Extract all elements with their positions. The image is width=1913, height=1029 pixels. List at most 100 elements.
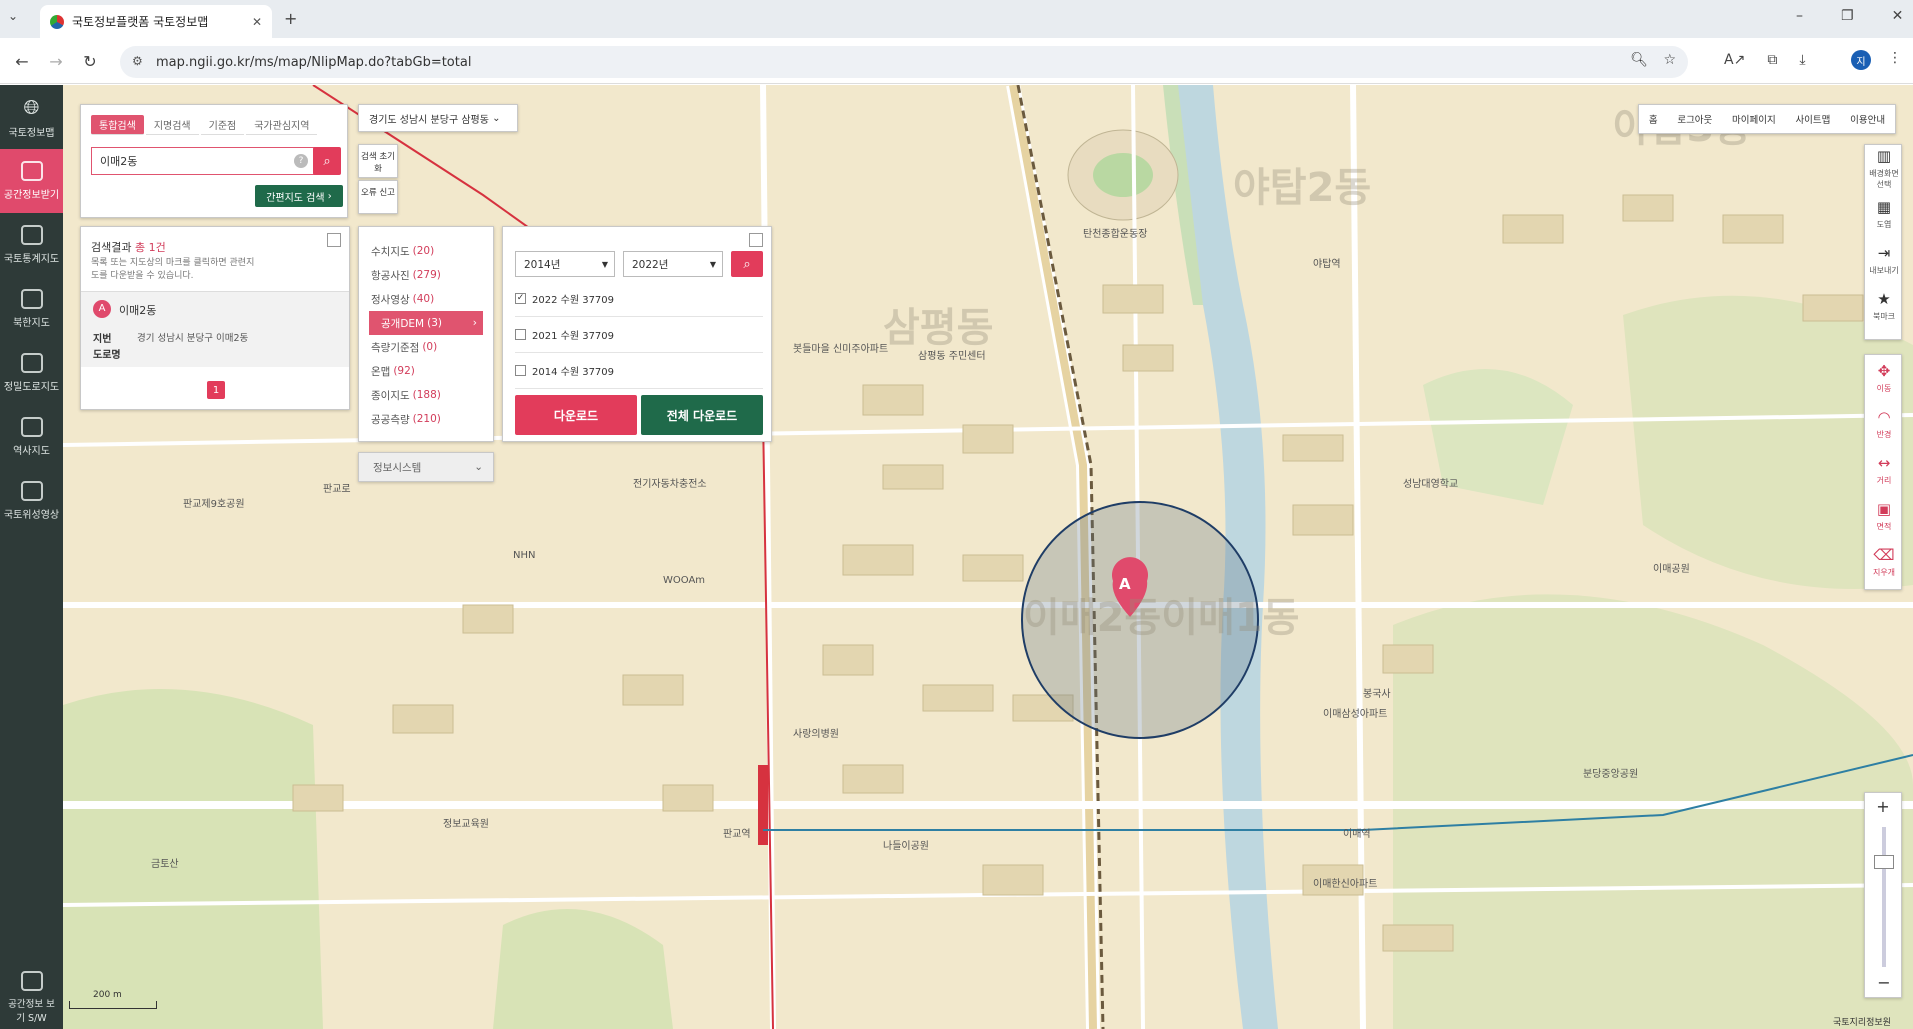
sidebar-item-map[interactable]: 🌐︎ 국토정보맵 <box>0 85 63 149</box>
to-year-select[interactable]: 2022년 ▼ <box>623 251 723 277</box>
simple-map-search-button[interactable]: 간편지도 검색 › <box>255 185 343 207</box>
download-map-icon <box>20 161 43 181</box>
reload-icon[interactable]: ↻ <box>76 47 104 75</box>
top-nav-link[interactable]: 사이트맵 <box>1795 112 1830 126</box>
search-reset-button[interactable]: 검색 초기화 <box>358 144 398 178</box>
downloads-icon[interactable]: ⤓ <box>1799 52 1805 68</box>
sidebar-item-road[interactable]: 정밀도로지도 <box>0 341 63 405</box>
location-dropdown[interactable]: 경기도 성남시 분당구 삼평동 ⌄ <box>358 104 518 132</box>
dem-item[interactable]: 2014 수원 37709 <box>515 353 763 389</box>
tool-label: 거리 <box>1876 476 1892 485</box>
bookmark-star-icon[interactable]: ☆ <box>1663 52 1676 68</box>
tool-move-button[interactable]: ✥ 이동 <box>1865 355 1903 401</box>
help-icon[interactable]: ? <box>294 154 308 168</box>
tool-label: 배경화면 선택 <box>1869 168 1899 189</box>
info-system-dropdown[interactable]: 정보시스템 ⌄ <box>358 452 494 482</box>
download-button[interactable]: 다운로드 <box>515 395 637 435</box>
dem-search-button[interactable]: ⌕ <box>731 251 763 277</box>
tool-ruler-button[interactable]: ↔ 거리 <box>1865 447 1903 493</box>
tool-radius-button[interactable]: ◠ 반경 <box>1865 401 1903 447</box>
category-item[interactable]: 종이지도 (188) <box>359 383 493 407</box>
checkbox[interactable] <box>515 365 526 376</box>
chevron-right-icon: › <box>327 190 332 202</box>
browser-tab[interactable]: 국토정보플랫폼 국토정보맵 ✕ <box>40 5 272 38</box>
collapse-icon[interactable] <box>327 233 341 247</box>
tab-place-search[interactable]: 지명검색 <box>145 115 199 135</box>
dem-item[interactable]: 2021 수원 37709 <box>515 317 763 353</box>
sidebar-item-stats[interactable]: 국토통계지도 <box>0 213 63 277</box>
sidebar-item-history[interactable]: 역사지도 <box>0 405 63 469</box>
zoom-slider-handle[interactable] <box>1874 855 1894 869</box>
tab-integrated-search[interactable]: 통합검색 <box>91 115 144 135</box>
sidebar-item-sw[interactable]: 공간정보 보기 S/W <box>0 965 63 1029</box>
top-nav-link[interactable]: 마이페이지 <box>1732 112 1776 126</box>
checkbox[interactable] <box>515 329 526 340</box>
read-aloud-icon[interactable]: A↗ <box>1724 52 1745 68</box>
url-field[interactable]: ⚙ map.ngii.go.kr/ms/map/NlipMap.do?tabGb… <box>120 46 1688 78</box>
tool-label: 이동 <box>1876 384 1892 393</box>
top-nav-link[interactable]: 홈 <box>1649 112 1658 126</box>
place-label: 판교로 <box>323 484 351 495</box>
download-all-button[interactable]: 전체 다운로드 <box>641 395 763 435</box>
restore-icon[interactable]: ❐ <box>1841 8 1854 24</box>
extensions-icon[interactable]: ⧉ <box>1767 52 1777 68</box>
from-year-select[interactable]: 2014년 ▼ <box>515 251 615 277</box>
result-item[interactable]: A 이매2동 지번 경기 성남시 분당구 이매2동 도로명 <box>81 291 349 367</box>
tool-eraser-button[interactable]: ⌫ 지우개 <box>1865 539 1903 585</box>
top-nav-link[interactable]: 로그아웃 <box>1677 112 1712 126</box>
search-button[interactable]: ⌕ <box>313 147 341 175</box>
map-area-label: 이매2동이매1동 <box>1023 595 1300 641</box>
tool-area-button[interactable]: ▣ 면적 <box>1865 493 1903 539</box>
sidebar-item-satellite[interactable]: 국토위성영상 <box>0 469 63 533</box>
category-item[interactable]: 측량기준점 (0) <box>359 335 493 359</box>
map-marker-label[interactable]: A <box>1119 575 1131 593</box>
tool-map-button[interactable]: ▥ 배경화면 선택 <box>1865 145 1903 191</box>
new-tab-icon[interactable]: + <box>284 9 297 28</box>
dem-item[interactable]: ✓ 2022 수원 37709 <box>515 281 763 317</box>
tool-star-button[interactable]: ★ 북마크 <box>1865 283 1903 329</box>
category-item[interactable]: 정사영상 (40) <box>359 287 493 311</box>
page-button[interactable]: 1 <box>207 381 225 399</box>
site-info-icon[interactable]: ⚙ <box>132 54 143 68</box>
category-item[interactable]: 항공사진 (279) <box>359 263 493 287</box>
minimize-icon[interactable]: – <box>1796 8 1803 24</box>
window-close-icon[interactable]: ✕ <box>1892 8 1904 24</box>
search-input[interactable]: 이매2동 ? <box>91 147 315 175</box>
category-item[interactable]: 공공측량 (210) <box>359 407 493 431</box>
tool-label: 북마크 <box>1872 312 1896 321</box>
category-count: (0) <box>422 341 438 353</box>
profile-avatar[interactable]: 지 <box>1851 50 1871 70</box>
search-panel: 통합검색 지명검색 기준점 국가관심지역 이매2동 ? ⌕ 간편지도 검색 › <box>80 104 348 218</box>
dem-item-label: 2021 수원 37709 <box>532 331 615 342</box>
tab-close-icon[interactable]: ✕ <box>252 15 262 29</box>
browser-menu-icon[interactable]: ⋮ <box>1888 50 1902 66</box>
tool-export-button[interactable]: ⇥ 내보내기 <box>1865 237 1903 283</box>
category-name: 측량기준점 <box>371 341 420 354</box>
tool-group-2: ✥ 이동 ◠ 반경 ↔ 거리 ▣ 면적 ⌫ 지우개 <box>1864 354 1902 590</box>
tab-control-point[interactable]: 기준점 <box>200 115 245 135</box>
zoom-in-button[interactable]: + <box>1865 793 1901 821</box>
category-count: (20) <box>412 245 435 257</box>
back-icon[interactable]: ← <box>8 47 36 75</box>
area-icon: ▣ <box>1876 500 1892 518</box>
sidebar-item-northkorea[interactable]: 북한지도 <box>0 277 63 341</box>
tool-grid-button[interactable]: ▦ 도엽 <box>1865 191 1903 237</box>
zoom-track[interactable] <box>1882 827 1886 967</box>
category-item[interactable]: 공개DEM (3) › <box>369 311 483 335</box>
forward-icon[interactable]: → <box>42 47 70 75</box>
error-report-button[interactable]: 오류 신고 <box>358 180 398 214</box>
dem-panel: 2014년 ▼ 2022년 ▼ ⌕ ✓ 2022 수원 37709 2021 수원 37… <box>502 226 772 442</box>
category-item[interactable]: 수치지도 (20) <box>359 239 493 263</box>
zoom-out-button[interactable]: − <box>1865 969 1903 997</box>
checkbox[interactable]: ✓ <box>515 293 526 304</box>
collapse-icon[interactable] <box>749 233 763 247</box>
tab-interest-area[interactable]: 국가관심지역 <box>246 115 318 135</box>
tool-label: 면적 <box>1876 522 1892 531</box>
chevron-right-icon: › <box>472 317 477 329</box>
category-item[interactable]: 온맵 (92) <box>359 359 493 383</box>
place-label: 사랑의병원 <box>793 729 839 740</box>
top-nav-link[interactable]: 이용안내 <box>1850 112 1885 126</box>
zoom-icon[interactable]: 🔍︎ <box>1630 52 1648 68</box>
sidebar-item-download[interactable]: 공간정보받기 <box>0 149 63 213</box>
tab-list-chevron-icon[interactable]: ⌄ <box>8 9 18 23</box>
